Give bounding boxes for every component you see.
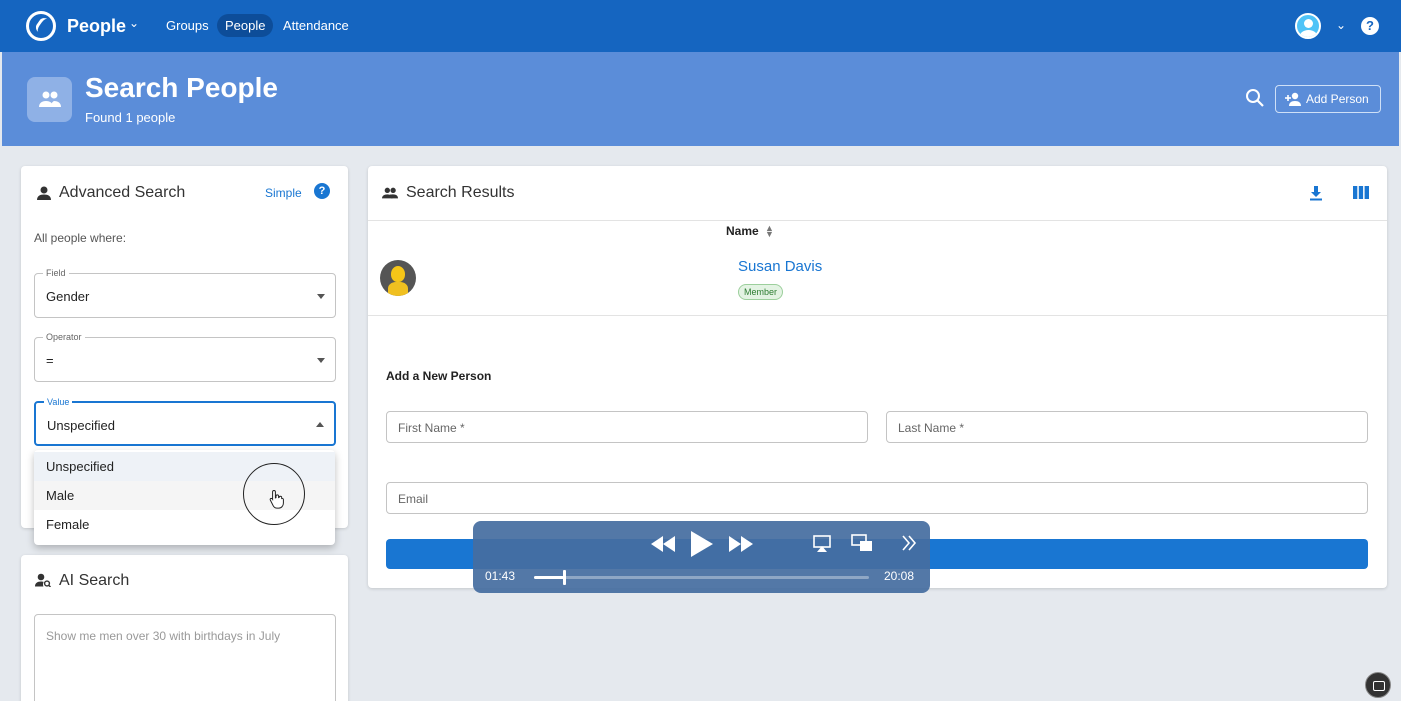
ai-search-title: AI Search xyxy=(59,572,130,589)
first-name-field[interactable]: First Name * xyxy=(386,411,868,443)
field-value: Gender xyxy=(46,289,90,304)
help-icon[interactable]: ? xyxy=(314,183,330,199)
total-time: 20:08 xyxy=(884,569,915,583)
top-navbar: People ⌄ Groups People Attendance ⌄ ? xyxy=(0,0,1401,52)
app-logo-icon[interactable] xyxy=(26,11,56,41)
nav-attendance[interactable]: Attendance xyxy=(283,18,349,33)
airplay-icon[interactable] xyxy=(813,535,831,553)
progress-track[interactable] xyxy=(534,570,869,585)
field-label: Field xyxy=(43,268,69,278)
add-new-person-title: Add a New Person xyxy=(386,369,492,383)
status-badge: Member xyxy=(738,284,784,300)
field-select[interactable]: Field Gender xyxy=(34,268,336,318)
person-search-icon xyxy=(35,573,51,587)
chat-icon[interactable] xyxy=(1365,672,1391,698)
ai-search-input[interactable]: Show me men over 30 with birthdays in Ju… xyxy=(34,614,336,701)
add-person-button[interactable]: Add Person xyxy=(1275,85,1381,113)
avatar xyxy=(380,260,416,296)
columns-icon[interactable] xyxy=(1353,186,1369,199)
help-icon[interactable]: ? xyxy=(1361,17,1379,35)
picture-in-picture-icon[interactable] xyxy=(851,534,873,552)
value-value: Unspecified xyxy=(47,418,115,433)
download-icon[interactable] xyxy=(1308,185,1324,201)
user-menu-chevron-icon[interactable]: ⌄ xyxy=(1336,18,1346,32)
app-menu-chevron-icon[interactable]: ⌄ xyxy=(129,16,139,30)
hand-cursor-icon xyxy=(269,489,284,509)
divider xyxy=(368,315,1387,316)
add-person-icon xyxy=(1285,92,1301,106)
search-intro: All people where: xyxy=(34,231,127,245)
last-name-placeholder: Last Name * xyxy=(898,421,965,435)
rewind-icon[interactable] xyxy=(651,536,675,552)
play-icon[interactable] xyxy=(689,530,715,558)
elapsed-time: 01:43 xyxy=(485,569,516,583)
person-icon xyxy=(37,186,51,200)
page-header: Search People Found 1 people Add Person xyxy=(2,52,1399,146)
ai-search-placeholder: Show me men over 30 with birthdays in Ju… xyxy=(46,629,281,643)
caret-up-icon xyxy=(316,422,324,427)
progress-thumb[interactable] xyxy=(563,570,567,585)
people-icon xyxy=(27,77,72,122)
operator-select[interactable]: Operator = xyxy=(34,332,336,382)
video-player-controls: 01:43 20:08 xyxy=(473,521,930,593)
page-title: Search People xyxy=(85,72,278,103)
nav-groups[interactable]: Groups xyxy=(166,18,209,33)
ai-search-card: AI Search Show me men over 30 with birth… xyxy=(21,555,348,701)
result-count: Found 1 people xyxy=(85,110,176,125)
value-label: Value xyxy=(44,397,73,407)
caret-down-icon xyxy=(317,294,325,299)
person-name-link[interactable]: Susan Davis xyxy=(738,258,822,275)
add-person-label: Add Person xyxy=(1306,92,1369,106)
fast-forward-icon[interactable] xyxy=(729,536,753,552)
email-placeholder: Email xyxy=(398,492,429,506)
simple-search-link[interactable]: Simple xyxy=(265,186,302,200)
divider xyxy=(368,220,1387,221)
email-field[interactable]: Email xyxy=(386,482,1368,514)
people-icon xyxy=(382,187,398,199)
first-name-placeholder: First Name * xyxy=(398,421,465,435)
skip-chevron-icon[interactable] xyxy=(901,534,917,552)
search-results-title: Search Results xyxy=(406,184,515,201)
column-header-name[interactable]: Name xyxy=(726,224,759,238)
last-name-field[interactable]: Last Name * xyxy=(886,411,1368,443)
progress-fill xyxy=(534,576,565,579)
advanced-search-title: Advanced Search xyxy=(59,184,186,201)
sort-icon[interactable]: ▲ ▼ xyxy=(765,224,774,239)
operator-value: = xyxy=(46,353,54,368)
operator-label: Operator xyxy=(43,332,85,342)
user-avatar[interactable] xyxy=(1295,13,1321,39)
caret-down-icon xyxy=(317,358,325,363)
search-icon[interactable] xyxy=(1245,88,1265,108)
app-title[interactable]: People xyxy=(67,16,126,37)
nav-people[interactable]: People xyxy=(217,14,274,37)
value-select[interactable]: Value Unspecified xyxy=(34,397,336,446)
